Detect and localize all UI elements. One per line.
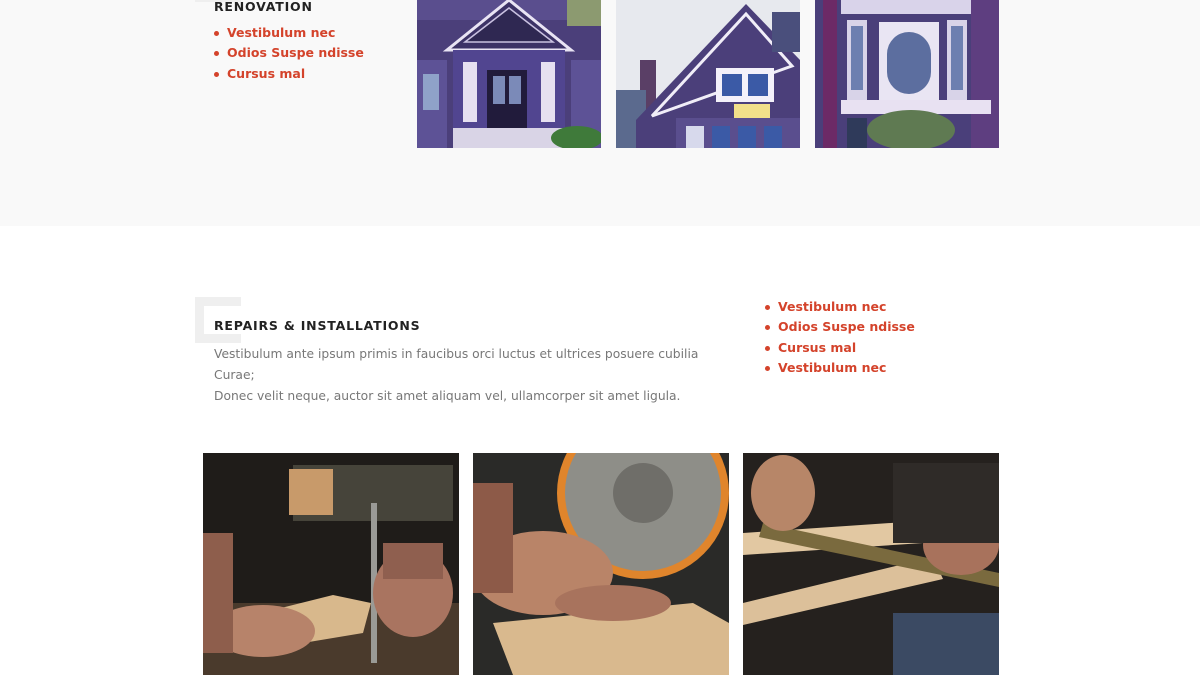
renovation-feature-item: Cursus mal (214, 64, 364, 84)
circular-saw-wood-photo (473, 453, 729, 675)
renovation-feature-item: Vestibulum nec (214, 23, 364, 43)
renovation-heading: RENOVATION (214, 0, 313, 14)
repairs-feature-item: Vestibulum nec (765, 358, 915, 378)
repairs-feature-item: Cursus mal (765, 338, 915, 358)
renovation-feature-list: Vestibulum nec Odios Suspe ndisse Cursus… (214, 23, 364, 84)
repairs-feature-item: Odios Suspe ndisse (765, 317, 915, 337)
repairs-heading: REPAIRS & INSTALLATIONS (214, 318, 421, 333)
repairs-description: Vestibulum ante ipsum primis in faucibus… (214, 344, 714, 407)
repairs-description-line: Vestibulum ante ipsum primis in faucibus… (214, 347, 699, 382)
renovation-feature-item: Odios Suspe ndisse (214, 43, 364, 63)
measuring-wood-frame-photo (743, 453, 999, 675)
victorian-house-bay-window-photo (815, 0, 999, 148)
victorian-house-gable-photo (616, 0, 800, 148)
repairs-description-line: Donec velit neque, auctor sit amet aliqu… (214, 389, 681, 403)
repairs-feature-list: Vestibulum nec Odios Suspe ndisse Cursus… (765, 297, 915, 378)
victorian-house-porch-photo (417, 0, 601, 148)
hand-saw-cutting-wood-photo (203, 453, 459, 675)
repairs-feature-item: Vestibulum nec (765, 297, 915, 317)
